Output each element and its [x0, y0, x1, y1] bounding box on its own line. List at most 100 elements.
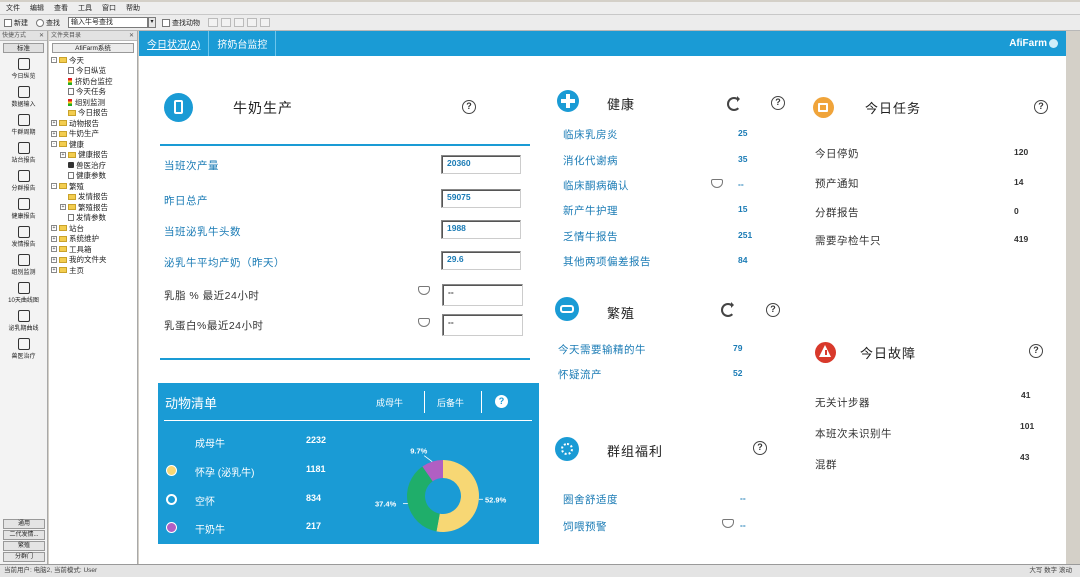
expand-toggle-icon[interactable]: + [51, 256, 57, 263]
welfare-row-label[interactable]: 饲喂预警 [563, 519, 607, 534]
shortcut-import[interactable]: 数据输入 [0, 83, 47, 111]
search-input[interactable]: 输入牛号查找 [68, 17, 148, 28]
toolbar-button-1[interactable] [208, 18, 218, 27]
tab-heifers[interactable]: 后备牛 [437, 396, 464, 409]
breeding-row-label[interactable]: 今天需要输精的牛 [558, 342, 646, 357]
expand-toggle-icon[interactable]: + [51, 235, 57, 242]
animal-help-icon[interactable]: ? [495, 395, 508, 408]
faults-row-label[interactable]: 无关计步器 [815, 395, 870, 410]
tab-milking-monitor[interactable]: 挤奶台监控 [209, 31, 277, 56]
tree-node[interactable]: - 繁殖 [51, 181, 137, 192]
expand-toggle-icon[interactable]: + [51, 120, 57, 127]
search-dropdown[interactable]: ▾ [148, 17, 156, 28]
toolbar-button-2[interactable] [221, 18, 231, 27]
tree-node[interactable]: + 动物报告 [51, 118, 137, 129]
expand-toggle-icon[interactable]: + [51, 246, 57, 253]
health-help-icon[interactable]: ? [771, 96, 785, 110]
expand-toggle-icon[interactable]: + [51, 267, 57, 274]
breeding-row-label[interactable]: 怀疑流产 [558, 367, 602, 382]
group-gate-button[interactable]: 分群门 [3, 552, 45, 562]
new-button[interactable]: 新建 [4, 18, 28, 28]
find-animal-button[interactable]: 查找动物 [162, 18, 200, 28]
tree-node[interactable]: 组别监测 [51, 97, 137, 108]
health-row-label[interactable]: 临床乳房炎 [563, 127, 618, 142]
tree-node[interactable]: + 牛奶生产 [51, 129, 137, 140]
find-button[interactable]: 查找 [36, 18, 60, 28]
tasks-row-label[interactable]: 需要孕检牛只 [815, 233, 881, 248]
welfare-row-label[interactable]: 圈舍舒适度 [563, 492, 618, 507]
shortcut-chart[interactable]: 10天曲线图 [0, 279, 47, 307]
menu-window[interactable]: 窗口 [102, 3, 116, 13]
close-icon[interactable]: ✕ [39, 31, 44, 41]
group-general-button[interactable]: 通用 [3, 519, 45, 529]
tree-node[interactable]: 发情参数 [51, 213, 137, 224]
tree-node-label: 兽医治疗 [76, 160, 106, 170]
faults-help-icon[interactable]: ? [1029, 344, 1043, 358]
expand-toggle-icon[interactable]: + [60, 151, 66, 158]
tasks-row-label[interactable]: 预产通知 [815, 176, 859, 191]
menu-edit[interactable]: 编辑 [30, 3, 44, 13]
shortcut-report[interactable]: 今日纵览 [0, 55, 47, 83]
menu-tools[interactable]: 工具 [78, 3, 92, 13]
tree-node[interactable]: 今天任务 [51, 87, 137, 98]
tree-node[interactable]: - 健康 [51, 139, 137, 150]
health-row-label[interactable]: 新产牛护理 [563, 203, 618, 218]
tab-adult-cows[interactable]: 成母牛 [376, 396, 403, 409]
health-row-label[interactable]: 其他两项偏差报告 [563, 254, 651, 269]
close-icon[interactable]: ✕ [129, 31, 134, 41]
health-row-label[interactable]: 消化代谢病 [563, 153, 618, 168]
toolbar-button-5[interactable] [260, 18, 270, 27]
expand-toggle-icon[interactable]: + [51, 225, 57, 232]
menu-view[interactable]: 查看 [54, 3, 68, 13]
faults-row-label[interactable]: 本班次未识别牛 [815, 426, 892, 441]
group-heat-button[interactable]: 二代发情... [3, 530, 45, 540]
tree-node[interactable]: 挤奶台监控 [51, 76, 137, 87]
tree-node[interactable]: 健康参数 [51, 171, 137, 182]
group-breeding-button[interactable]: 繁殖 [3, 541, 45, 551]
shortcut-curve[interactable]: 泌乳期曲线 [0, 307, 47, 335]
tree-node[interactable]: 发情报告 [51, 192, 137, 203]
shortcut-heat[interactable]: 发情报告 [0, 223, 47, 251]
tree-node-label: 健康参数 [76, 171, 106, 181]
expand-toggle-icon[interactable]: + [60, 204, 66, 211]
tree-root-button[interactable]: AfiFarm系统 [52, 43, 134, 53]
welfare-help-icon[interactable]: ? [753, 441, 767, 455]
expand-toggle-icon[interactable]: + [51, 130, 57, 137]
tab-today-status[interactable]: 今日状况(A) [139, 31, 210, 56]
tasks-row-label[interactable]: 今日停奶 [815, 146, 859, 161]
shortcut-stall[interactable]: 站台报告 [0, 139, 47, 167]
tree-node[interactable]: + 系统维护 [51, 234, 137, 245]
toolbar-button-3[interactable] [234, 18, 244, 27]
menu-file[interactable]: 文件 [6, 3, 20, 13]
tree-node[interactable]: + 工具箱 [51, 244, 137, 255]
menu-help[interactable]: 帮助 [126, 3, 140, 13]
tree-node[interactable]: + 健康报告 [51, 150, 137, 161]
shortcut-health[interactable]: 健康报告 [0, 195, 47, 223]
tree-node[interactable]: 今日报告 [51, 108, 137, 119]
shortcut-monitor[interactable]: 组别监测 [0, 251, 47, 279]
tree-node[interactable]: - 今天 [51, 55, 137, 66]
tree-node[interactable]: 兽医治疗 [51, 160, 137, 171]
tree-node[interactable]: + 主页 [51, 265, 137, 276]
standard-group-button[interactable]: 标准 [3, 43, 44, 53]
milk-help-icon[interactable]: ? [462, 100, 476, 114]
expand-toggle-icon[interactable]: - [51, 57, 57, 64]
shortcut-cow-cycle[interactable]: 牛群周期 [0, 111, 47, 139]
tree-node[interactable]: + 我的文件夹 [51, 255, 137, 266]
shortcut-group[interactable]: 分群报告 [0, 167, 47, 195]
breeding-refresh-icon[interactable] [721, 302, 735, 317]
expand-toggle-icon[interactable]: - [51, 141, 57, 148]
tree-node[interactable]: + 站台 [51, 223, 137, 234]
shortcut-vet[interactable]: 兽医治疗 [0, 335, 47, 363]
health-row-label[interactable]: 临床酮病确认 [563, 178, 629, 193]
faults-row-label[interactable]: 混群 [815, 457, 837, 472]
breeding-help-icon[interactable]: ? [766, 303, 780, 317]
expand-toggle-icon[interactable]: - [51, 183, 57, 190]
health-refresh-icon[interactable] [727, 96, 741, 111]
tasks-help-icon[interactable]: ? [1034, 100, 1048, 114]
health-row-label[interactable]: 乏情牛报告 [563, 229, 618, 244]
tree-node[interactable]: 今日纵览 [51, 66, 137, 77]
tree-node[interactable]: + 繁殖报告 [51, 202, 137, 213]
toolbar-button-4[interactable] [247, 18, 257, 27]
tasks-row-label[interactable]: 分群报告 [815, 205, 859, 220]
